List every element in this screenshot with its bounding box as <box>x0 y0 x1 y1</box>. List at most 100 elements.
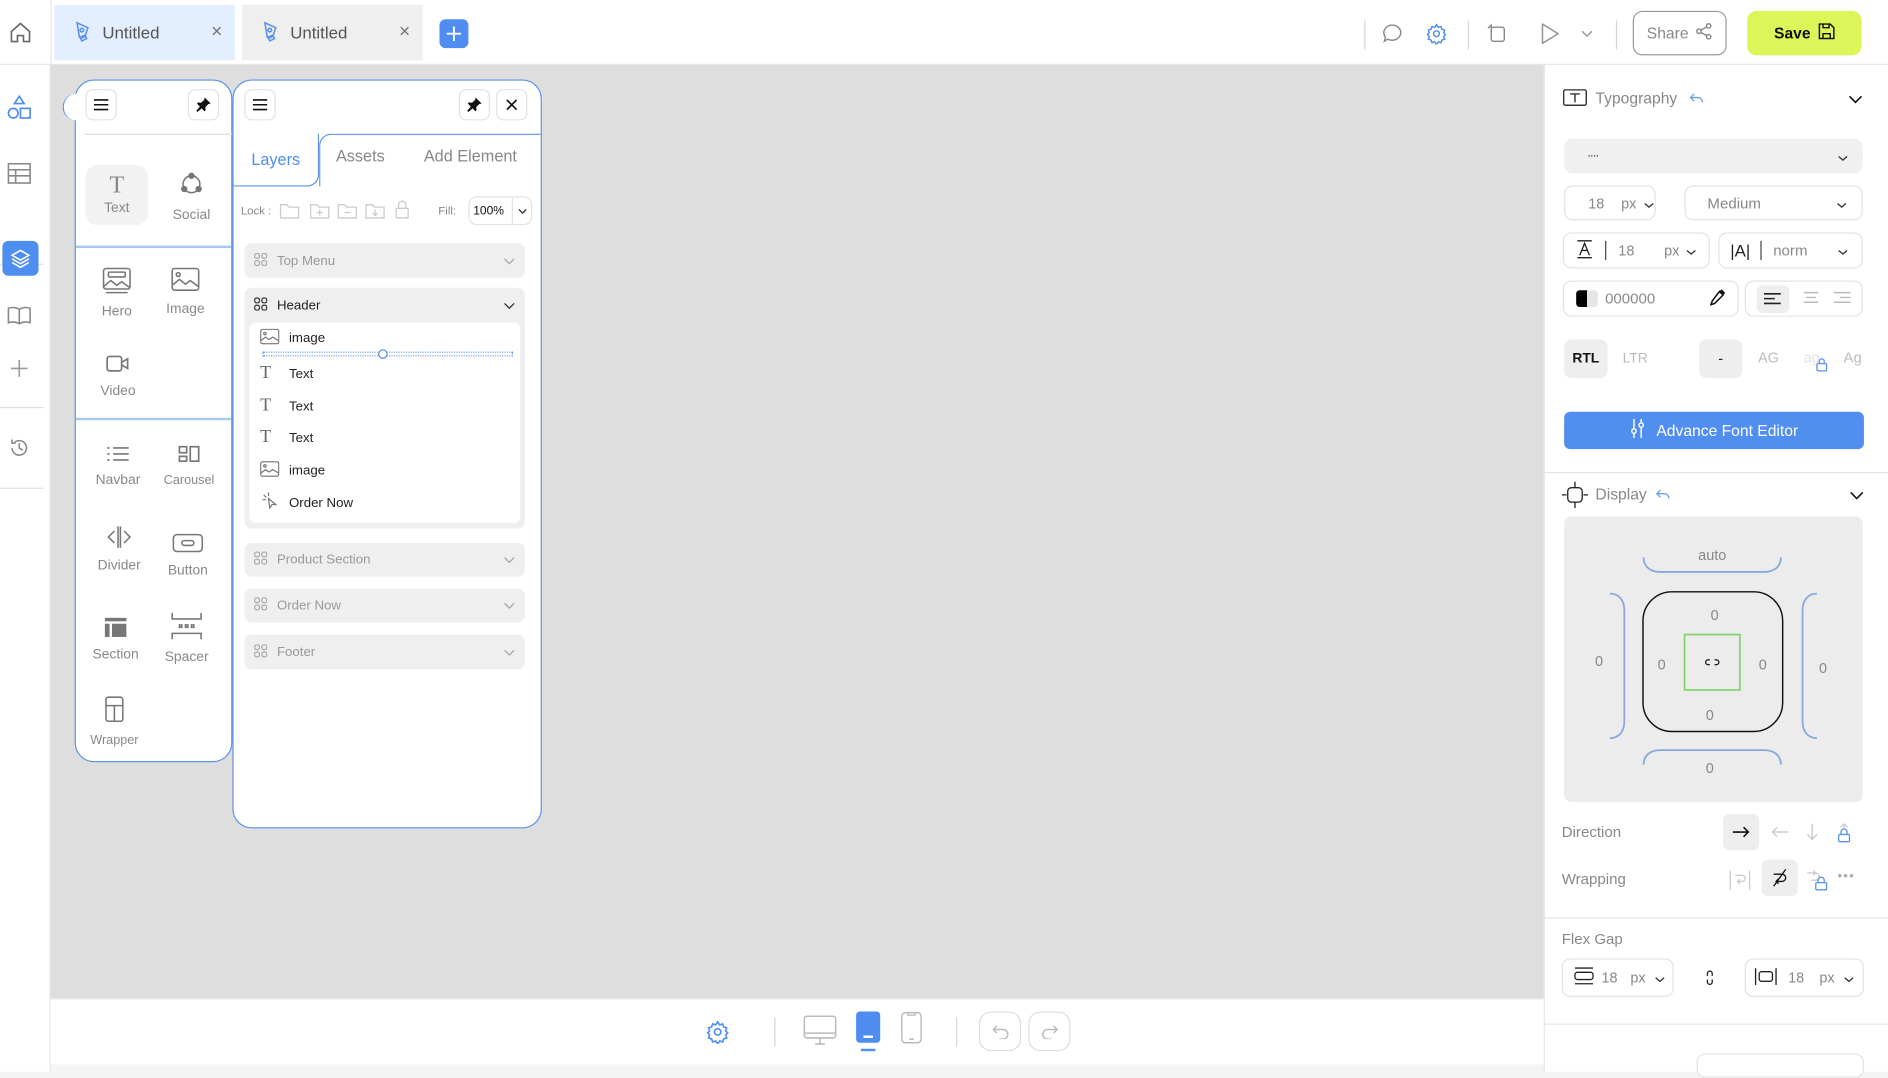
element-social[interactable]: Social <box>158 171 225 223</box>
link-gap-icon[interactable] <box>1703 968 1717 987</box>
layer-item-text[interactable]: T Text <box>260 427 313 447</box>
more-options-icon[interactable]: ••• <box>1837 869 1855 883</box>
padding-top-input[interactable]: 0 <box>1703 607 1727 624</box>
wrap-icon[interactable] <box>1729 869 1751 890</box>
locked-direction-icon[interactable] <box>1835 822 1852 842</box>
padding-left-input[interactable]: 0 <box>1650 656 1674 673</box>
color-swatch[interactable] <box>1576 290 1598 308</box>
margin-top-input[interactable]: auto <box>1691 547 1734 564</box>
settings-gear-icon[interactable] <box>1423 20 1449 46</box>
settings-gear-icon[interactable] <box>703 1017 732 1046</box>
uppercase-button[interactable]: AG <box>1758 349 1779 366</box>
element-hero[interactable]: Hero <box>83 267 150 319</box>
tab-untitled-1[interactable]: Untitled × <box>54 4 235 61</box>
element-text[interactable]: T Text <box>85 164 149 226</box>
new-tab-button[interactable] <box>439 19 469 49</box>
line-height-input[interactable]: 18 px <box>1562 232 1710 269</box>
desktop-view-icon[interactable] <box>802 1014 838 1048</box>
close-panel-button[interactable] <box>496 89 528 121</box>
layer-item-text[interactable]: T Text <box>260 396 313 416</box>
element-carousel[interactable]: Carousel <box>155 445 222 488</box>
share-button[interactable]: Share <box>1632 10 1727 56</box>
chevron-down-icon[interactable] <box>503 645 515 659</box>
folder-lock-icon[interactable] <box>278 201 300 220</box>
element-spacer[interactable]: Spacer <box>153 612 220 665</box>
direction-column-icon[interactable] <box>1804 822 1821 841</box>
letter-spacing-select[interactable]: |A| norm <box>1718 232 1863 269</box>
history-icon[interactable] <box>5 433 34 462</box>
element-video[interactable]: Video <box>84 354 151 399</box>
home-icon[interactable] <box>6 18 35 47</box>
padding-bottom-input[interactable]: 0 <box>1698 707 1722 724</box>
chevron-down-icon[interactable] <box>503 298 515 312</box>
case-none-button[interactable]: - <box>1698 339 1743 379</box>
layer-group-footer[interactable]: Footer <box>244 634 525 670</box>
chevron-down-icon[interactable] <box>1577 24 1596 43</box>
align-right-icon[interactable] <box>1834 290 1851 307</box>
font-family-select[interactable]: ···· <box>1564 138 1863 174</box>
comment-icon[interactable] <box>1379 20 1405 46</box>
locked-wrap-reverse-icon[interactable] <box>1805 867 1829 891</box>
element-image[interactable]: Image <box>152 267 219 317</box>
direction-row-reverse-icon[interactable] <box>1770 824 1789 841</box>
align-center-icon[interactable] <box>1803 290 1820 307</box>
element-button[interactable]: Button <box>154 533 221 578</box>
unit-select[interactable]: px <box>1630 969 1645 986</box>
unit-select[interactable]: px <box>1621 194 1636 211</box>
reset-icon[interactable] <box>1688 90 1705 104</box>
margin-bottom-input[interactable]: 0 <box>1698 760 1722 777</box>
link-icon[interactable] <box>1703 655 1722 669</box>
lock-icon[interactable] <box>393 199 412 221</box>
layer-item-image[interactable]: image <box>260 328 325 348</box>
element-navbar[interactable]: Navbar <box>84 446 151 488</box>
table-icon[interactable] <box>5 159 34 188</box>
alignment-group[interactable] <box>1696 1053 1864 1078</box>
element-wrapper[interactable]: Wrapper <box>81 696 148 748</box>
folder-download-icon[interactable] <box>364 201 386 220</box>
fill-input[interactable]: 100% <box>468 196 533 226</box>
layer-item-order-now[interactable]: Order Now <box>260 492 353 512</box>
chevron-down-icon[interactable] <box>503 253 515 267</box>
advance-font-editor-button[interactable]: Advance Font Editor <box>1564 411 1864 450</box>
eyedropper-icon[interactable] <box>1709 288 1726 308</box>
folder-remove-icon[interactable] <box>336 201 358 220</box>
layers-icon[interactable] <box>2 240 39 276</box>
text-color-input[interactable]: 000000 <box>1562 280 1739 317</box>
rtl-button[interactable]: RTL <box>1564 339 1608 379</box>
undo-button[interactable] <box>978 1011 1022 1052</box>
menu-button[interactable] <box>244 89 276 121</box>
close-tab-icon[interactable]: × <box>387 22 423 44</box>
pin-button[interactable] <box>187 89 220 121</box>
ltr-button[interactable]: LTR <box>1615 340 1656 379</box>
mobile-view-icon[interactable] <box>901 1011 923 1044</box>
layer-item-image[interactable]: image <box>260 461 325 480</box>
book-icon[interactable] <box>5 301 34 330</box>
preview-play-icon[interactable] <box>1536 20 1562 46</box>
chevron-down-icon[interactable] <box>503 553 515 567</box>
unit-select[interactable]: px <box>1664 242 1679 259</box>
chevron-down-icon[interactable] <box>511 197 531 224</box>
plus-icon[interactable] <box>5 354 34 383</box>
tablet-view-icon[interactable] <box>856 1011 881 1043</box>
align-left-icon[interactable] <box>1756 284 1790 313</box>
chevron-down-icon[interactable] <box>503 598 515 612</box>
tab-assets[interactable]: Assets <box>336 147 385 165</box>
column-gap-input[interactable]: 18 px <box>1744 958 1864 997</box>
layer-group-top-menu[interactable]: Top Menu <box>244 243 525 279</box>
unit-select[interactable]: px <box>1819 969 1834 986</box>
row-gap-input[interactable]: 18 px <box>1561 958 1674 997</box>
close-tab-icon[interactable]: × <box>199 22 235 44</box>
folder-add-icon[interactable] <box>308 201 330 220</box>
menu-button[interactable] <box>85 89 117 121</box>
tab-add-element[interactable]: Add Element <box>424 147 517 165</box>
font-size-input[interactable]: 18 px <box>1564 185 1656 221</box>
nowrap-icon[interactable] <box>1761 859 1798 896</box>
layer-item-text[interactable]: T Text <box>260 364 313 384</box>
pin-button[interactable] <box>458 89 491 121</box>
direction-row-icon[interactable] <box>1723 813 1760 851</box>
margin-right-input[interactable]: 0 <box>1811 660 1835 677</box>
element-divider[interactable]: Divider <box>85 526 152 573</box>
revert-icon[interactable] <box>1483 20 1509 46</box>
element-section[interactable]: Section <box>82 617 149 662</box>
font-weight-select[interactable]: Medium <box>1684 185 1863 221</box>
